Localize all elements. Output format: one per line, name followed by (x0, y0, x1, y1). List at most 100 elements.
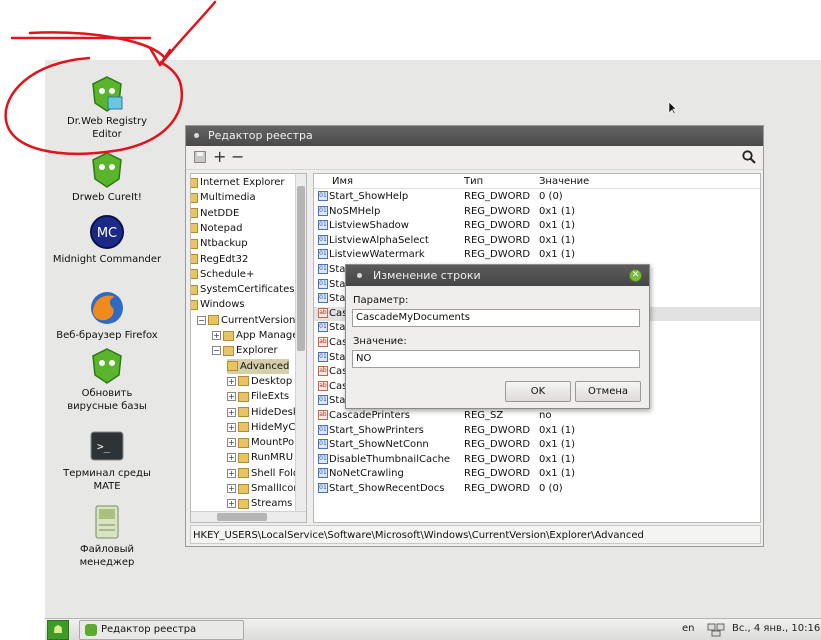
dialog-titlebar[interactable]: Изменение строки ✕ (346, 265, 649, 286)
desktop-icon-file-manager[interactable]: Файловый менеджер (52, 503, 162, 569)
string-value-icon: ab (318, 410, 328, 420)
tree-item[interactable]: Advanced (227, 358, 290, 374)
dword-value-icon: 01 (318, 468, 328, 479)
expand-icon[interactable]: + (227, 392, 236, 402)
keyboard-layout-indicator[interactable]: en (682, 623, 695, 634)
scrollbar-thumb[interactable] (297, 186, 305, 351)
expand-icon[interactable]: + (227, 484, 236, 493)
value-row[interactable]: ab CascadePrinters REG_SZ no (314, 409, 760, 424)
desktop-icon-label: Обновить вирусные базы (67, 388, 147, 412)
close-icon[interactable]: ✕ (629, 269, 642, 282)
tree-item[interactable]: Notepad (191, 221, 243, 236)
tree-item[interactable]: + FileExts (227, 389, 289, 404)
save-icon[interactable] (194, 151, 206, 163)
dialog-menu-icon[interactable] (357, 273, 362, 278)
column-header-name[interactable]: Имя (332, 174, 353, 189)
value-field[interactable]: NO (352, 350, 640, 368)
value-row[interactable]: 01 DisableThumbnailCache REG_DWORD 0x1 (1) (314, 453, 760, 468)
desktop-icon-label: Файловый менеджер (79, 544, 135, 568)
value-row[interactable]: 01 Start_ShowRecentDocs REG_DWORD 0 (0) (314, 482, 760, 497)
tree-vertical-scrollbar[interactable] (295, 174, 306, 511)
tree-item[interactable]: Schedule+ (191, 267, 255, 282)
expand-icon[interactable]: + (227, 376, 236, 386)
tree-item[interactable]: + Shell Fold (227, 466, 299, 481)
value-row[interactable]: 01 ListviewShadow REG_DWORD 0x1 (1) (314, 219, 760, 234)
plus-icon[interactable]: + (213, 149, 226, 165)
expand-icon[interactable]: + (227, 422, 236, 432)
value-row[interactable]: 01 Start_ShowPrinters REG_DWORD 0x1 (1) (314, 424, 760, 439)
tree-item[interactable]: + App Managen (212, 328, 305, 343)
column-header-value[interactable]: Значение (539, 174, 589, 189)
expand-icon[interactable]: + (212, 331, 221, 340)
value-name-cell: 01 Start_ShowRecentDocs (318, 482, 445, 497)
collapse-icon[interactable]: − (197, 315, 206, 325)
desktop-icon-cureit[interactable]: Drweb CureIt! (52, 151, 162, 205)
value-row[interactable]: 01 Start_ShowNetConn REG_DWORD 0x1 (1) (314, 438, 760, 453)
main-menu-button[interactable]: ☗ (47, 620, 69, 640)
expand-icon[interactable]: + (227, 468, 236, 478)
folder-icon (238, 422, 249, 433)
string-value-icon: ab (318, 380, 328, 391)
folder-icon (191, 208, 198, 219)
tree-item[interactable]: + RunMRU (227, 450, 293, 465)
expand-icon[interactable]: + (227, 499, 236, 509)
tree-horizontal-scrollbar[interactable] (191, 511, 306, 522)
tree-item[interactable]: + MountPoir (227, 435, 301, 450)
value-type: REG_DWORD (464, 220, 531, 232)
value-row[interactable]: 01 NoNetCrawling REG_DWORD 0x1 (1) (314, 467, 760, 482)
desktop-icon-terminal[interactable]: >_ Терминал среды MATE (52, 427, 162, 493)
value-type: REG_DWORD (464, 249, 531, 261)
tree-item-label: Schedule+ (200, 268, 255, 280)
tree-item[interactable]: − CurrentVersion (197, 313, 295, 328)
tree-item[interactable]: RegEdt32 (191, 252, 248, 267)
folder-icon (191, 223, 198, 234)
tree-item[interactable]: Windows (191, 297, 245, 312)
desktop-icon-update[interactable]: Обновить вирусные базы (52, 347, 162, 413)
window-menu-icon[interactable] (194, 133, 199, 138)
scrollbar-thumb[interactable] (217, 513, 267, 521)
tree-item[interactable]: + HideMyCo (227, 420, 301, 435)
value-data: 0 (0) (539, 483, 563, 494)
expand-icon[interactable]: + (227, 407, 236, 417)
value-row[interactable]: 01 NoSMHelp REG_DWORD 0x1 (1) (314, 205, 760, 220)
window-titlebar[interactable]: Редактор реестра (186, 126, 763, 146)
search-icon[interactable] (742, 150, 756, 164)
param-name-field[interactable]: CascadeMyDocuments (352, 309, 640, 327)
value-row[interactable]: 01 ListviewAlphaSelect REG_DWORD 0x1 (1) (314, 234, 760, 249)
desktop-icon-label: Midnight Commander (52, 254, 162, 265)
desktop-icon-midnight-commander[interactable]: MC Midnight Commander (52, 213, 162, 267)
dword-value-icon: 01 (318, 322, 328, 333)
value-data: 0x1 (1) (539, 234, 575, 246)
value-row[interactable]: 01 Start_ShowHelp REG_DWORD 0 (0) (314, 190, 760, 205)
tree-item-label: FileExts (251, 391, 290, 403)
minus-icon[interactable]: − (231, 149, 244, 165)
ok-button[interactable]: OK (505, 381, 571, 402)
tree-item[interactable]: Ntbackup (191, 236, 248, 251)
taskbar-button-registry-editor[interactable]: Редактор реестра (79, 620, 244, 640)
tree-item[interactable]: Multimedia (191, 190, 256, 205)
expand-icon[interactable]: + (227, 438, 236, 448)
network-icon[interactable] (707, 623, 725, 637)
value-row[interactable]: 01 ListviewWatermark REG_DWORD 0x1 (1) (314, 248, 760, 263)
desktop-icon-registry-editor[interactable]: Dr.Web Registry Editor (52, 75, 162, 141)
tree-item[interactable]: − Explorer (212, 343, 278, 358)
tree-item[interactable]: + HideDeskt (227, 405, 303, 420)
tree-item[interactable]: + SmallIcons (227, 481, 305, 496)
value-data: 0 (0) (539, 191, 563, 202)
value-name-cell: 01 NoNetCrawling (318, 467, 404, 482)
clock[interactable]: Вс., 4 янв., 10:16 (732, 623, 820, 634)
column-header-type[interactable]: Тип (464, 174, 483, 189)
tree-item[interactable]: + Desktop (227, 374, 292, 389)
value-name-cell: 01 ListviewShadow (318, 219, 409, 234)
folder-icon (227, 361, 238, 372)
tree-item[interactable]: SystemCertificates (191, 282, 294, 297)
tree-item[interactable]: + Streams (227, 496, 292, 511)
expand-icon[interactable]: + (227, 453, 236, 463)
collapse-icon[interactable]: − (212, 346, 221, 356)
edit-string-dialog: Изменение строки ✕ Параметр: CascadeMyDo… (345, 264, 650, 409)
cancel-button[interactable]: Отмена (575, 381, 641, 402)
folder-icon (191, 192, 198, 203)
tree-item[interactable]: NetDDE (191, 206, 239, 221)
desktop-icon-firefox[interactable]: Веб-браузер Firefox (52, 289, 162, 343)
tree-item[interactable]: Internet Explorer (191, 175, 285, 190)
